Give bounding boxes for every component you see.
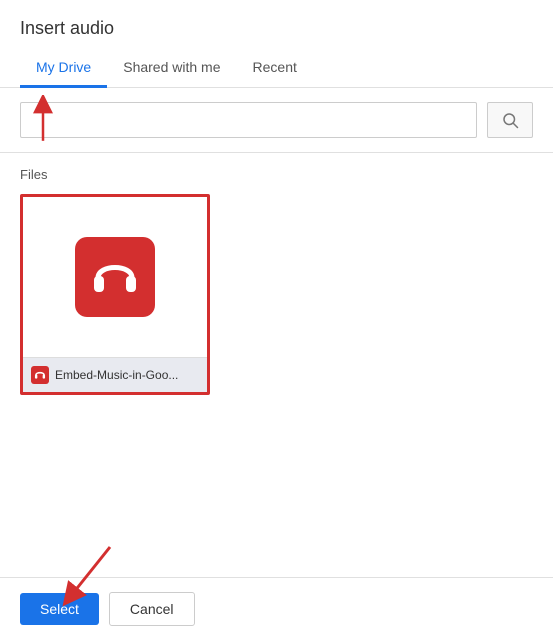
files-grid: Embed-Music-in-Goo... [20, 194, 533, 395]
dialog-title: Insert audio [0, 0, 553, 49]
file-thumbnail [23, 197, 207, 357]
file-type-icon [31, 366, 49, 384]
tab-shared-with-me[interactable]: Shared with me [107, 49, 236, 88]
footer: Select Cancel [0, 577, 553, 640]
file-name: Embed-Music-in-Goo... [55, 368, 178, 382]
tab-recent[interactable]: Recent [237, 49, 313, 88]
file-item[interactable]: Embed-Music-in-Goo... [20, 194, 210, 395]
file-label: Embed-Music-in-Goo... [23, 357, 207, 392]
audio-file-icon [75, 237, 155, 317]
cancel-button[interactable]: Cancel [109, 592, 195, 626]
search-input[interactable] [20, 102, 477, 138]
search-bar [0, 88, 553, 153]
files-label: Files [20, 167, 533, 182]
insert-audio-dialog: Insert audio My Drive Shared with me Rec… [0, 0, 553, 640]
headphone-icon [90, 254, 140, 300]
search-button[interactable] [487, 102, 533, 138]
select-button[interactable]: Select [20, 593, 99, 625]
tab-my-drive[interactable]: My Drive [20, 49, 107, 88]
files-section: Files [0, 153, 553, 577]
small-headphone-icon [34, 369, 46, 381]
search-icon [501, 111, 519, 129]
tab-bar: My Drive Shared with me Recent [0, 49, 553, 88]
